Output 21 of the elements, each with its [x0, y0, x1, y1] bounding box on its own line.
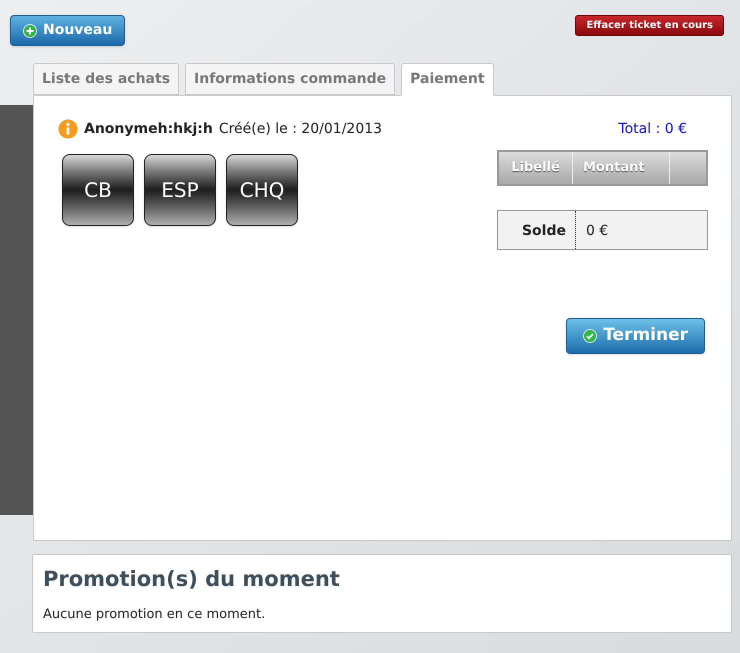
promotions-title: Promotion(s) du moment: [43, 566, 341, 593]
payment-method-button[interactable]: CHQ: [226, 154, 298, 226]
plus-icon: [23, 24, 37, 38]
payment-method-button[interactable]: CB: [62, 154, 134, 226]
creation-date: Créé(e) le : 20/01/2013: [218, 120, 382, 138]
finish-button[interactable]: Terminer: [566, 318, 705, 354]
tab[interactable]: Liste des achats: [33, 63, 180, 95]
tab[interactable]: Paiement: [401, 63, 494, 96]
column-header: Libellé: [499, 152, 573, 184]
order-total: Total : 0 €: [618, 120, 687, 139]
check-icon: [583, 329, 598, 343]
balance-value: 0 €: [585, 222, 608, 241]
info-icon: [58, 119, 78, 139]
tab[interactable]: Informations commande: [185, 63, 396, 95]
payment-method-button[interactable]: ESP: [144, 154, 216, 226]
balance-label: Solde: [498, 211, 576, 249]
new-button[interactable]: Nouveau: [10, 15, 126, 46]
clear-ticket-button[interactable]: Effacer ticket en cours: [575, 15, 724, 36]
column-header: Montant: [573, 152, 670, 184]
customer-name: Anonymeh:hkj:h: [84, 120, 213, 138]
promotions-message: Aucune promotion en ce moment.: [43, 606, 266, 624]
